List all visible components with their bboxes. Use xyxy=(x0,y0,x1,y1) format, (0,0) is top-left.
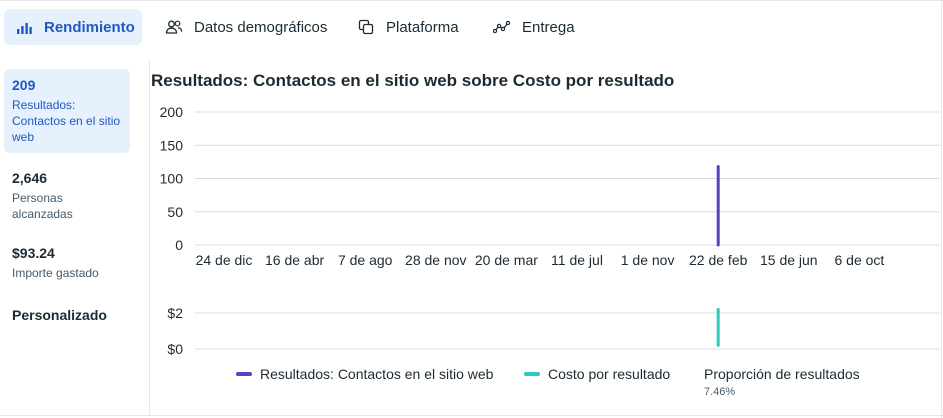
metrics-sidebar: 209 Resultados: Contactos en el sitio we… xyxy=(4,69,149,418)
metric-results[interactable]: 209 Resultados: Contactos en el sitio we… xyxy=(4,69,130,153)
y-tick-label: 0 xyxy=(175,237,183,253)
x-tick-label: 28 de nov xyxy=(405,252,467,268)
legend-swatch-results xyxy=(236,372,252,376)
x-tick-label: 1 de nov xyxy=(621,252,675,268)
metric-value: 2,646 xyxy=(12,170,48,186)
tab-label: Datos demográficos xyxy=(194,18,328,36)
x-tick-label: 6 de oct xyxy=(834,252,884,268)
tab-datos-demograficos[interactable]: Datos demográficos xyxy=(160,9,340,45)
legend-label: Resultados: Contactos en el sitio web xyxy=(260,366,494,382)
tab-plataforma[interactable]: Plataforma xyxy=(354,9,474,45)
x-tick-label: 16 de abr xyxy=(265,252,324,268)
chart-title: Resultados: Contactos en el sitio web so… xyxy=(151,71,675,90)
y-tick-label: 50 xyxy=(167,204,183,220)
metric-reach[interactable]: 2,646 Personas alcanzadas xyxy=(4,162,130,230)
y-tick-label: 200 xyxy=(160,104,184,120)
tab-entrega[interactable]: Entrega xyxy=(488,9,598,45)
x-tick-label: 11 de jul xyxy=(551,252,603,268)
x-tick-label: 7 de ago xyxy=(338,252,393,268)
legend-item-ratio: Proporción de resultados xyxy=(704,366,860,382)
delivery-icon xyxy=(492,17,512,37)
metric-value: $93.24 xyxy=(12,245,55,261)
metric-label: Resultados: Contactos en el sitio web xyxy=(12,98,121,144)
chart-svg: 200 150 100 50 0 $2 $0 24 de dic 16 de abr 7 de … xyxy=(160,104,940,357)
metric-label: Importe gastado xyxy=(12,266,99,280)
legend-item-cost[interactable]: Costo por resultado xyxy=(524,366,670,382)
bar-chart-icon xyxy=(14,17,34,37)
frame-top-border xyxy=(0,0,943,1)
legend-label: Proporción de resultados xyxy=(704,366,860,382)
x-tick-label: 22 de feb xyxy=(689,252,748,268)
tab-label: Rendimiento xyxy=(44,18,135,36)
frame-right-border xyxy=(941,0,942,418)
x-tick-label: 15 de jun xyxy=(760,252,818,268)
legend-swatch-cost xyxy=(524,372,540,376)
legend-item-results[interactable]: Resultados: Contactos en el sitio web xyxy=(236,366,493,382)
custom-metric-button[interactable]: Personalizado xyxy=(4,299,130,332)
x-tick-label: 20 de mar xyxy=(475,252,538,268)
people-icon xyxy=(164,17,184,37)
y-tick-label: $2 xyxy=(167,305,183,321)
ratio-value: 7.46% xyxy=(704,386,736,398)
metric-amount-spent[interactable]: $93.24 Importe gastado xyxy=(4,237,130,289)
metric-value: 209 xyxy=(12,77,36,93)
platform-icon xyxy=(356,17,376,37)
custom-label: Personalizado xyxy=(12,307,107,323)
tab-label: Entrega xyxy=(522,18,575,36)
y-tick-label: $0 xyxy=(167,341,183,357)
tab-label: Plataforma xyxy=(386,18,459,36)
legend-label: Costo por resultado xyxy=(548,366,671,382)
metric-label: Personas alcanzadas xyxy=(12,191,73,221)
tab-rendimiento[interactable]: Rendimiento xyxy=(4,9,142,45)
y-tick-label: 150 xyxy=(160,137,184,153)
y-tick-label: 100 xyxy=(160,171,184,187)
x-tick-label: 24 de dic xyxy=(196,252,253,268)
